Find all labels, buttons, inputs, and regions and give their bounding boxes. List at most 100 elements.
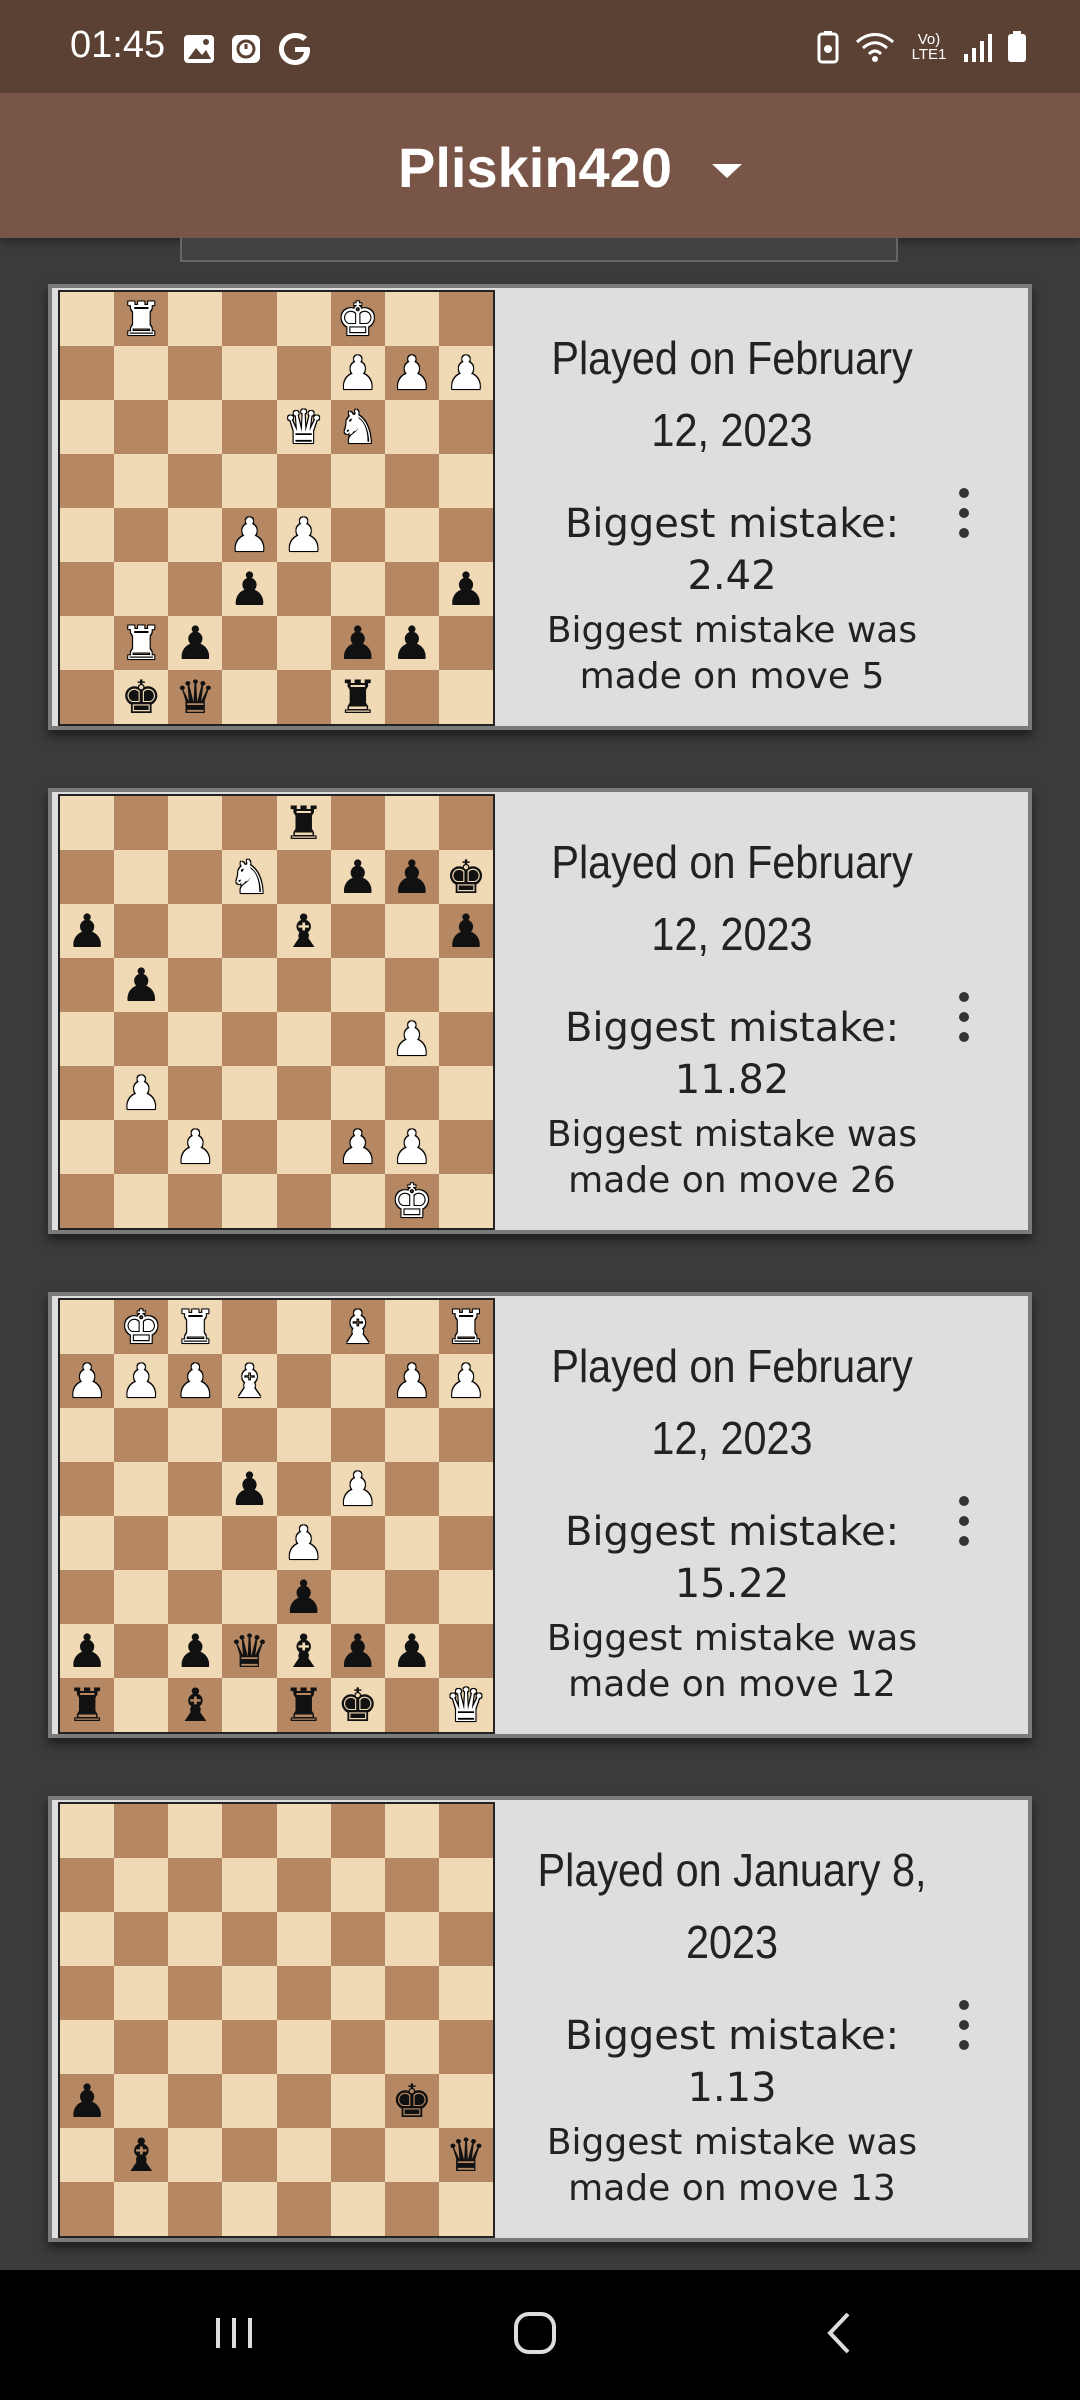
board-square (438, 2020, 493, 2074)
white-pawn-icon: ♟ (282, 508, 325, 562)
more-options-button[interactable] (952, 2000, 976, 2050)
board-square (222, 1516, 277, 1570)
board-square (330, 1912, 385, 1966)
board-square (222, 1012, 277, 1066)
black-queen-icon: ♛ (445, 2128, 487, 2182)
board-square: ♟ (60, 904, 115, 958)
board-square (330, 1516, 385, 1570)
board-square (222, 616, 277, 670)
more-options-button[interactable] (952, 1496, 976, 1546)
board-square (384, 1678, 439, 1732)
board-square: ♚ (438, 850, 493, 904)
board-square: ♟ (330, 1624, 385, 1678)
board-square (114, 1012, 169, 1066)
board-square: ♟ (114, 1354, 169, 1408)
board-square (168, 958, 223, 1012)
board-square (438, 2074, 493, 2128)
game-card[interactable]: ♜ ♚ ♟ ♟ ♟ ♛ ♞ ♟ ♟ ♟ ♟ ♜ ♟ ♟ ♟ ♚ ♛ ♜ Played on February 12,… (48, 284, 1032, 730)
recent-apps-icon[interactable] (212, 2308, 256, 2358)
board-square: ♟ (168, 1120, 223, 1174)
board-square (114, 1120, 169, 1174)
black-bishop-icon: ♝ (282, 1624, 325, 1678)
white-king-icon: ♚ (337, 292, 379, 346)
black-pawn-icon: ♟ (66, 1624, 108, 1678)
game-card[interactable]: ♚ ♜ ♝ ♜ ♟ ♟ ♟ ♝ ♟ ♟ ♟ ♟ ♟ ♟ ♟ ♟ ♛ ♝ ♟ ♟ ♜ ♝ ♜ ♚ ♛ Played on Febru… (48, 1292, 1032, 1738)
board-square: ♚ (114, 1300, 169, 1354)
black-pawn-icon: ♟ (174, 616, 216, 670)
white-rook-icon: ♜ (445, 1300, 487, 1354)
board-square (60, 1174, 115, 1228)
board-square: ♟ (276, 1516, 331, 1570)
game-card[interactable]: ♟ ♚ ♝ ♛ Played on January 8, 2023 Biggest mis… (48, 1796, 1032, 2242)
game-info: Played on January 8, 2023 Biggest mistake… (512, 1800, 1002, 2238)
game-info: Played on February 12, 2023 Biggest mista… (512, 792, 1002, 1230)
board-square (276, 1066, 331, 1120)
board-square (330, 2128, 385, 2182)
white-knight-icon: ♞ (337, 400, 379, 454)
board-square (384, 670, 439, 724)
black-pawn-icon: ♟ (337, 1624, 379, 1678)
board-square (168, 1804, 223, 1858)
account-selector[interactable]: Pliskin420 (0, 135, 1080, 200)
game-card[interactable]: ♜ ♞ ♟ ♟ ♚ ♟ ♝ ♟ ♟ ♟ ♟ ♟ ♟ ♟ ♚ Played on February 12, 20… (48, 788, 1032, 1234)
board-square (222, 292, 277, 346)
mistake-value: 1.13 (687, 2065, 777, 2111)
board-square (384, 1516, 439, 1570)
more-dot-icon (959, 992, 969, 1002)
black-pawn-icon: ♟ (445, 562, 487, 616)
white-rook-icon: ♜ (174, 1300, 216, 1354)
board-square (276, 1966, 331, 2020)
board-square: ♚ (330, 1678, 385, 1732)
back-icon[interactable] (824, 2308, 854, 2358)
more-options-button[interactable] (952, 488, 976, 538)
board-square: ♞ (330, 400, 385, 454)
signal-icon (964, 34, 992, 62)
black-pawn-icon: ♟ (391, 616, 433, 670)
board-square (276, 1120, 331, 1174)
board-square: ♜ (168, 1300, 223, 1354)
board-square (438, 1174, 493, 1228)
board-square: ♜ (330, 670, 385, 724)
board-square: ♜ (60, 1678, 115, 1732)
board-square (384, 796, 439, 850)
board-square (114, 346, 169, 400)
board-square (438, 1516, 493, 1570)
mistake-label: Biggest mistake: (564, 1509, 900, 1555)
board-square (60, 958, 115, 1012)
board-square (330, 958, 385, 1012)
game-info: Played on February 12, 2023 Biggest mista… (512, 1296, 1002, 1734)
board-square (438, 616, 493, 670)
more-options-button[interactable] (952, 992, 976, 1042)
black-pawn-icon: ♟ (120, 958, 162, 1012)
board-square: ♚ (384, 1174, 439, 1228)
board-square (438, 1066, 493, 1120)
board-square (60, 616, 115, 670)
board-square: ♛ (438, 2128, 493, 2182)
board-square: ♛ (276, 400, 331, 454)
board-square (168, 1012, 223, 1066)
board-square: ♟ (168, 616, 223, 670)
mistake-move-text: Biggest mistake was made on move 13 (546, 2122, 918, 2209)
board-square (276, 2020, 331, 2074)
black-rook-icon: ♜ (282, 1678, 325, 1732)
black-bishop-icon: ♝ (120, 2128, 162, 2182)
board-square (60, 346, 115, 400)
board-square (60, 2128, 115, 2182)
board-square (222, 2182, 277, 2236)
board-square (384, 1912, 439, 1966)
board-square (438, 670, 493, 724)
white-pawn-icon: ♟ (174, 1354, 216, 1408)
board-square: ♟ (168, 1354, 223, 1408)
board-square (168, 1912, 223, 1966)
board-square (384, 1966, 439, 2020)
board-square (60, 1858, 115, 1912)
board-square (114, 1804, 169, 1858)
white-pawn-icon: ♟ (391, 1354, 433, 1408)
board-square (60, 2020, 115, 2074)
home-icon[interactable] (512, 2308, 558, 2358)
board-square: ♟ (384, 616, 439, 670)
chess-board: ♜ ♞ ♟ ♟ ♚ ♟ ♝ ♟ ♟ ♟ ♟ ♟ ♟ ♟ ♚ (58, 794, 495, 1230)
board-square (330, 2182, 385, 2236)
board-square: ♟ (330, 1462, 385, 1516)
image-icon (184, 35, 214, 63)
